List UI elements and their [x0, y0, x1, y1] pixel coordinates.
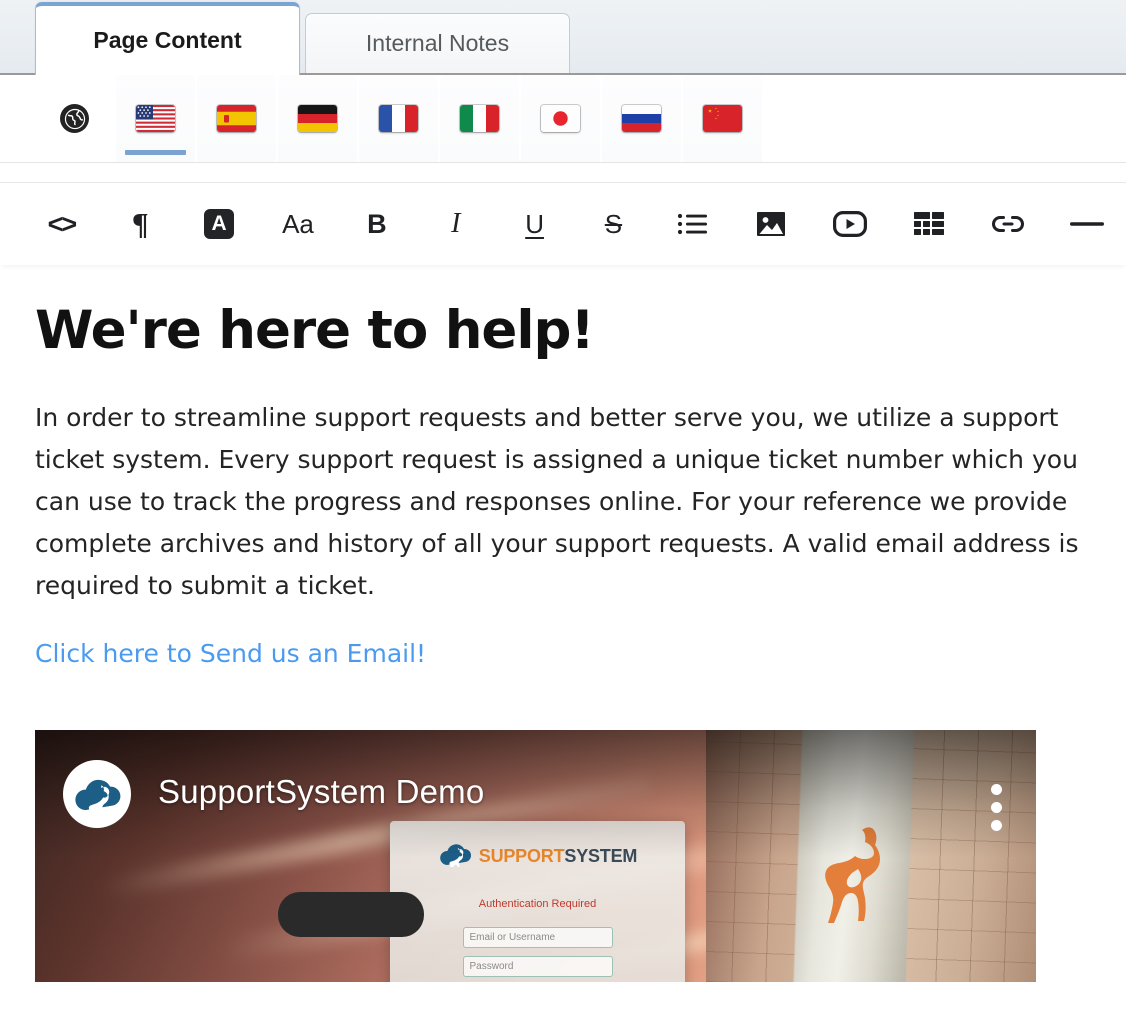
- language-item-jp[interactable]: [521, 75, 600, 162]
- video-icon: [833, 211, 868, 237]
- flag-ru-icon: [622, 105, 661, 132]
- language-item-de[interactable]: [278, 75, 357, 162]
- flag-es-icon: [217, 105, 256, 132]
- pilcrow-icon: ¶: [131, 206, 149, 241]
- password-field: Password: [462, 955, 613, 977]
- horizontal-rule-icon: [1069, 219, 1104, 229]
- language-item-cn[interactable]: [683, 75, 762, 162]
- mouse-cursor-overlay: [278, 891, 424, 937]
- flag-it-icon: [460, 105, 499, 132]
- horizontal-rule-button[interactable]: [1047, 196, 1126, 252]
- channel-avatar[interactable]: [63, 759, 131, 828]
- language-item-ru[interactable]: [602, 75, 681, 162]
- language-item-globe[interactable]: [35, 75, 114, 162]
- flag-jp-icon: [541, 105, 580, 132]
- font-size-icon: Aa: [282, 208, 314, 239]
- underline-icon: U: [525, 208, 544, 239]
- strikethrough-button[interactable]: S: [574, 196, 653, 252]
- email-or-username-field: Email or Username: [462, 926, 613, 948]
- language-item-us[interactable]: [116, 75, 195, 162]
- unordered-list-button[interactable]: [653, 196, 732, 252]
- paragraph-format-button[interactable]: ¶: [101, 196, 180, 252]
- kebab-dot: [991, 819, 1002, 831]
- strikethrough-icon: S: [604, 208, 623, 239]
- italic-icon: I: [451, 208, 461, 239]
- insert-image-button[interactable]: [732, 196, 811, 252]
- tab-internal-notes-label: Internal Notes: [365, 30, 510, 56]
- underline-button[interactable]: U: [495, 196, 574, 252]
- bold-icon: B: [367, 208, 387, 239]
- auth-required-text: Authentication Required: [478, 897, 597, 910]
- text-color-button[interactable]: A: [180, 196, 259, 252]
- flag-fr-icon: [379, 105, 418, 132]
- bullet-list-icon: [677, 212, 708, 236]
- video-title[interactable]: SupportSystem Demo: [158, 773, 484, 811]
- bold-button[interactable]: B: [337, 196, 416, 252]
- page-title: We're here to help!: [35, 300, 595, 361]
- link-icon: [991, 213, 1025, 235]
- italic-button[interactable]: I: [416, 196, 495, 252]
- font-size-button[interactable]: Aa: [259, 196, 338, 252]
- flag-de-icon: [298, 105, 337, 132]
- language-item-es[interactable]: [197, 75, 276, 162]
- tab-page-content-label: Page Content: [93, 27, 242, 53]
- editor-tab-strip: Page Content Internal Notes: [0, 0, 1126, 75]
- language-item-fr[interactable]: [359, 75, 438, 162]
- kebab-dot: [991, 801, 1002, 813]
- tab-page-content[interactable]: Page Content: [35, 2, 300, 75]
- kebab-dot: [991, 783, 1002, 795]
- image-icon: [756, 209, 786, 239]
- text-color-icon: A: [204, 209, 235, 239]
- globe-icon: [60, 104, 89, 133]
- insert-table-button[interactable]: [889, 196, 968, 252]
- intro-paragraph: In order to streamline support requests …: [35, 402, 1079, 600]
- source-code-button[interactable]: <>: [22, 196, 101, 252]
- table-icon: [913, 212, 944, 236]
- language-item-it[interactable]: [440, 75, 519, 162]
- flag-cn-icon: [703, 105, 742, 132]
- tab-internal-notes[interactable]: Internal Notes: [305, 13, 570, 73]
- kebab-menu-icon[interactable]: [985, 778, 1008, 837]
- editor-content-area[interactable]: We're here to help! In order to streamli…: [0, 265, 1126, 1010]
- language-bar-divider: [0, 163, 1126, 183]
- editor-toolbar: <> ¶ A Aa B I U S: [0, 183, 1126, 265]
- send-email-link[interactable]: Click here to Send us an Email!: [35, 639, 426, 668]
- insert-link-button[interactable]: [968, 196, 1047, 252]
- insert-video-button[interactable]: [811, 196, 890, 252]
- language-selector-bar: [0, 75, 1126, 163]
- code-icon: <>: [47, 208, 78, 239]
- embedded-video-player[interactable]: SUPPORTSYSTEM Authentication Required Em…: [35, 729, 1036, 982]
- video-overlay-header: SupportSystem Demo: [35, 729, 1036, 858]
- flag-us-icon: [136, 105, 175, 132]
